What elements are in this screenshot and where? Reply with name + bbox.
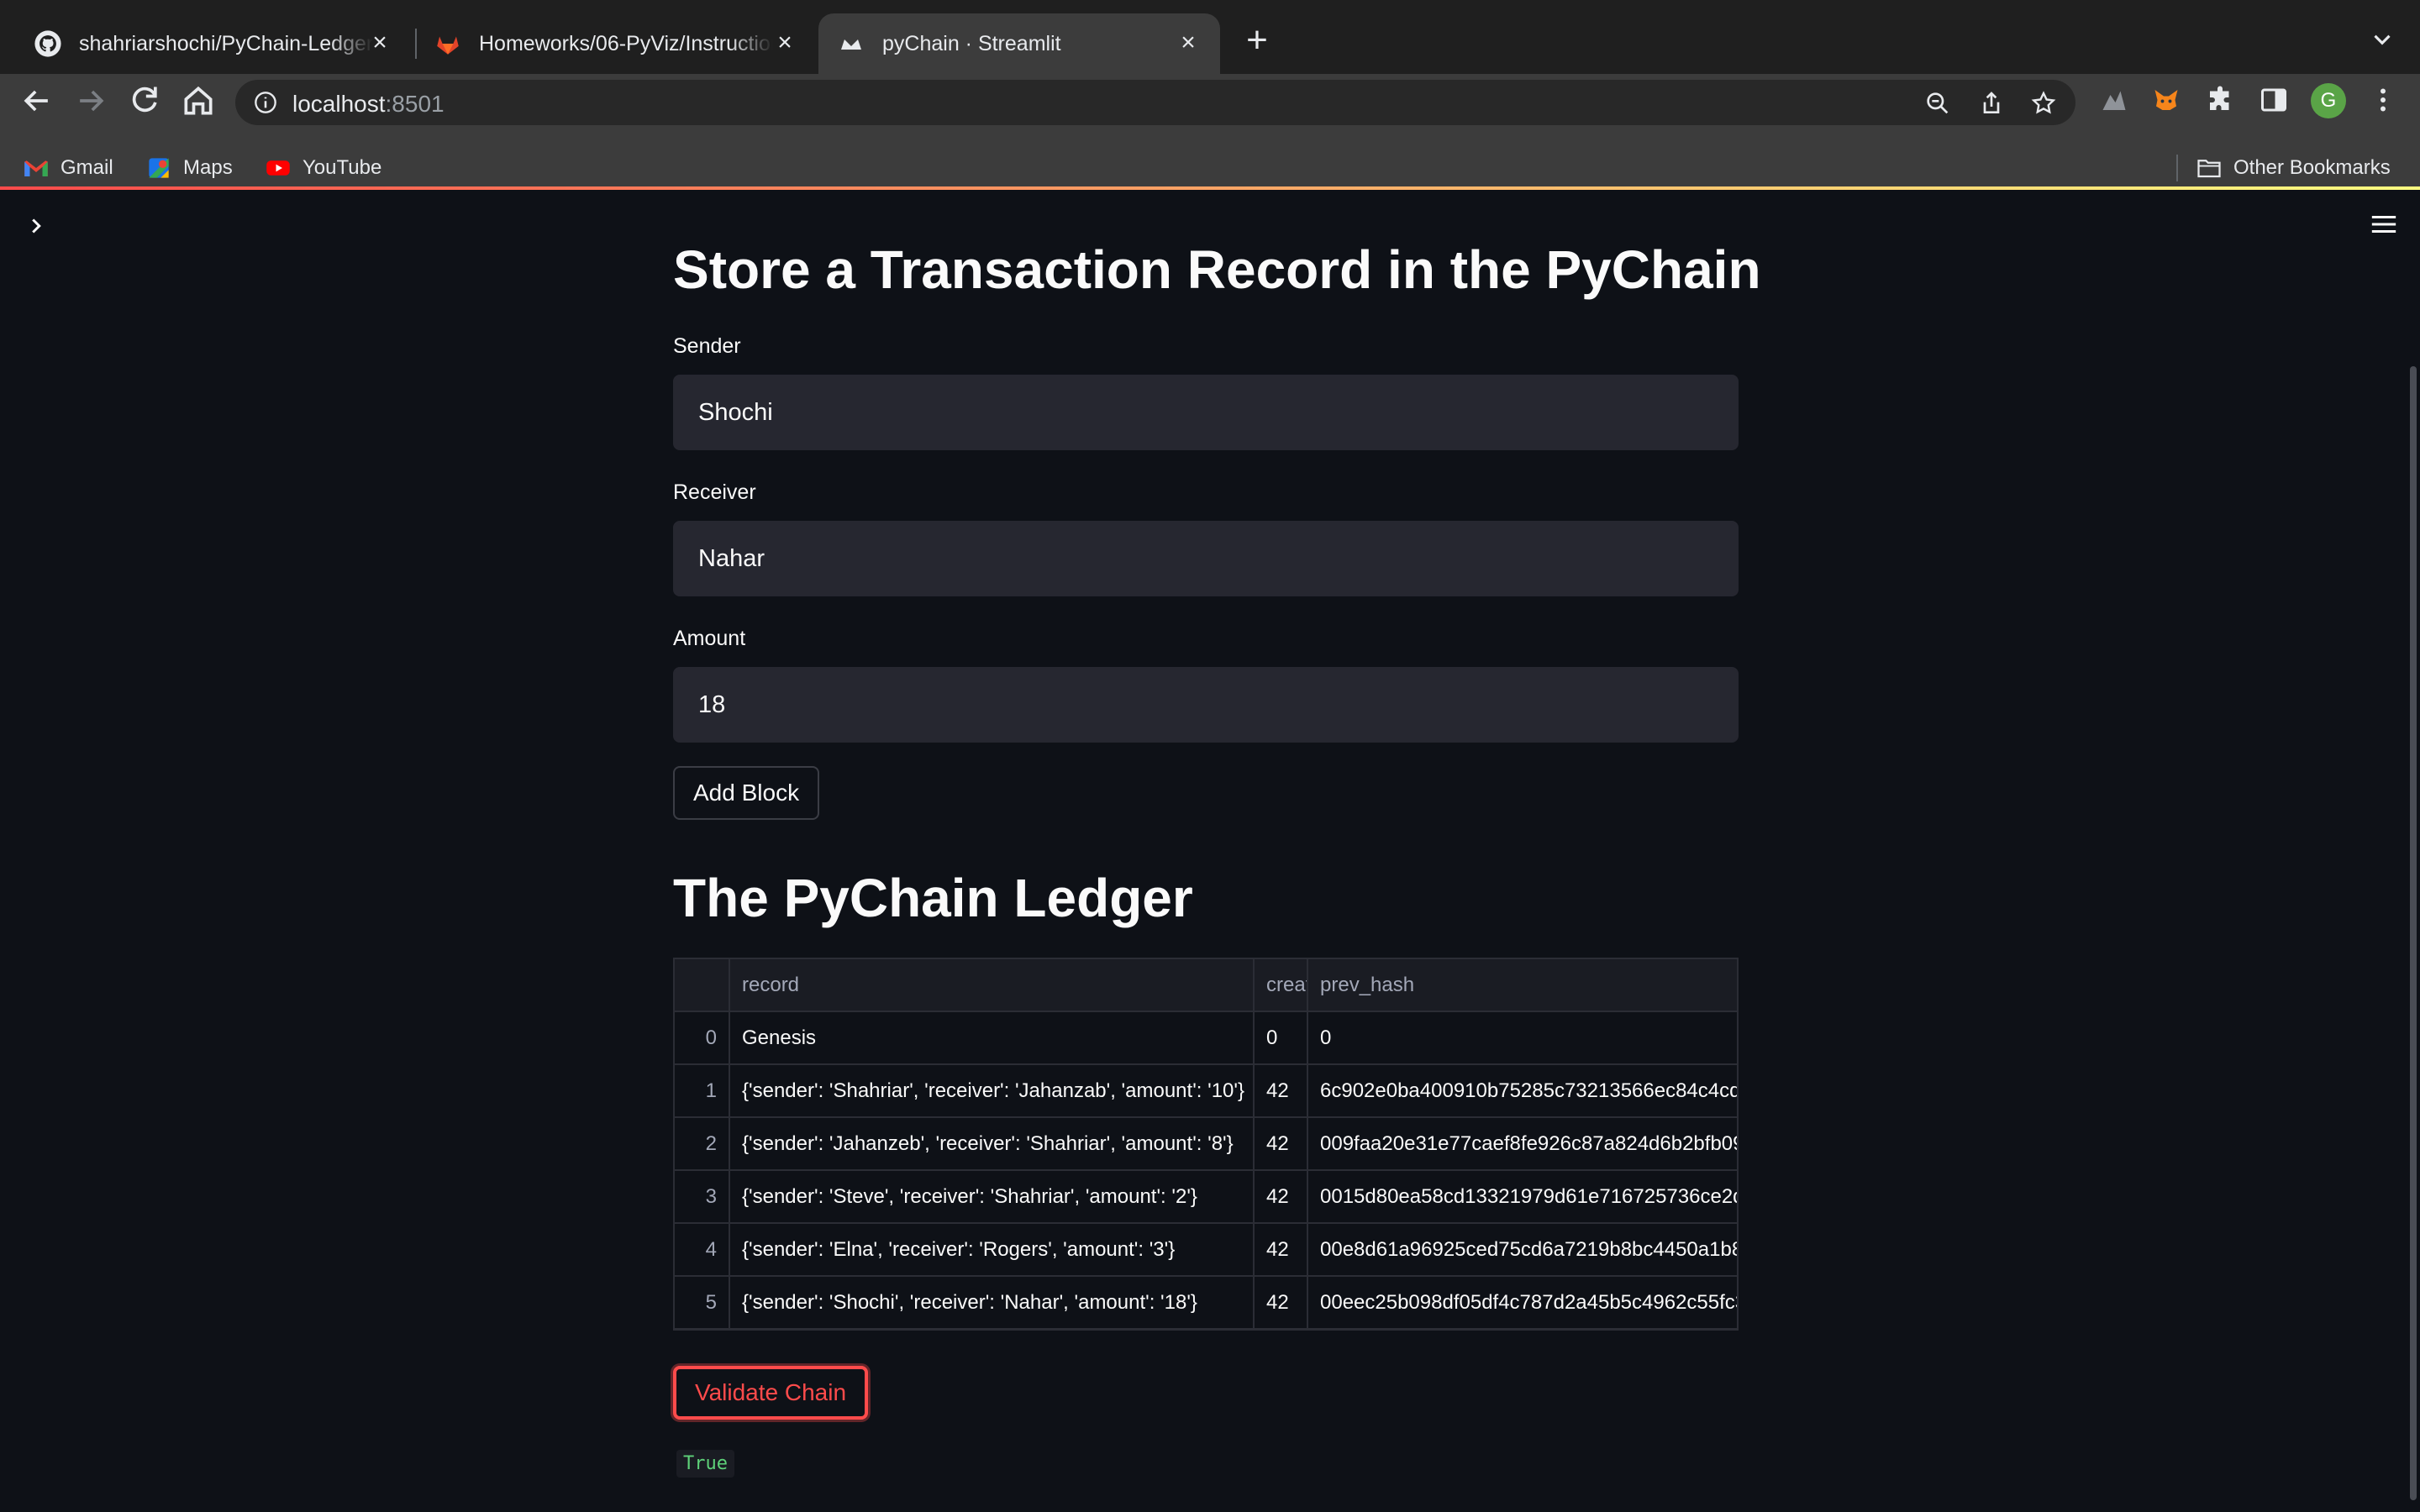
chevron-right-icon[interactable] [24,213,49,239]
tab-gitlab[interactable]: Homeworks/06-PyViz/Instructions × [417,13,817,74]
tab-streamlit[interactable]: pyChain · Streamlit × [818,13,1220,74]
record-cell: Genesis [730,1012,1255,1063]
validation-result: True [676,1450,734,1478]
prev-hash-cell: 6c902e0ba400910b75285c73213566ec84c4cd82 [1320,1079,1739,1102]
form-title: Store a Transaction Record in the PyChai… [673,239,1761,300]
bookmark-star-icon[interactable] [2030,90,2057,117]
creator-cell: 42 [1255,1277,1308,1328]
table-row[interactable]: 2 {'sender': 'Jahanzeb', 'receiver': 'Sh… [675,1118,1739,1171]
table-row[interactable]: 4 {'sender': 'Elna', 'receiver': 'Rogers… [675,1224,1739,1277]
site-info-icon[interactable] [254,91,277,114]
home-icon[interactable] [180,82,217,119]
record-cell: {'sender': 'Elna', 'receiver': 'Rogers',… [730,1224,1255,1275]
gmail-icon [24,160,48,176]
prev-hash-cell: 00e8d61a96925ced75cd6a7219b8bc4450a1b8f6 [1320,1238,1739,1261]
hamburger-menu-icon[interactable] [2370,212,2398,237]
reload-icon[interactable] [126,82,163,119]
close-tab-icon[interactable]: × [770,29,800,59]
row-index: 4 [675,1224,730,1275]
creator-cell: 42 [1255,1118,1308,1169]
prev-hash-cell: 0 [1320,1026,1332,1049]
bookmark-gmail[interactable]: Gmail [24,148,113,188]
back-icon[interactable] [18,82,55,119]
ledger-table[interactable]: record creat prev_hash 0 Genesis 0 0 1 {… [673,958,1739,1331]
row-index: 1 [675,1065,730,1116]
bookmark-label: YouTube [302,156,382,179]
table-row[interactable]: 0 Genesis 0 0 [675,1012,1737,1065]
record-cell: {'sender': 'Jahanzeb', 'receiver': 'Shah… [730,1118,1255,1169]
folder-icon [2197,160,2221,178]
bookmarks-divider [2176,155,2178,181]
record-cell: {'sender': 'Shochi', 'receiver': 'Nahar'… [730,1277,1255,1328]
row-index: 2 [675,1118,730,1169]
index-header [675,959,730,1011]
prev-hash-cell: 00eec25b098df05df4c787d2a45b5c4962c55fc3… [1320,1291,1739,1314]
row-index: 0 [675,1012,730,1063]
url-host: localhost [292,91,386,117]
metamask-icon[interactable] [2151,85,2181,115]
record-cell: {'sender': 'Shahriar', 'receiver': 'Jaha… [730,1065,1255,1116]
table-row[interactable]: 1 {'sender': 'Shahriar', 'receiver': 'Ja… [675,1065,1739,1118]
new-tab-button[interactable]: + [1239,22,1276,60]
github-icon [34,29,62,58]
analytics-extension-icon[interactable] [2099,85,2129,115]
share-icon[interactable] [1978,90,2005,117]
ledger-title: The PyChain Ledger [673,868,1193,928]
address-bar[interactable]: localhost:8501 [235,80,2075,125]
table-row[interactable]: 3 {'sender': 'Steve', 'receiver': 'Shahr… [675,1171,1739,1224]
creator-cell: 42 [1255,1065,1308,1116]
record-column-header[interactable]: record [730,959,1255,1011]
row-index: 3 [675,1171,730,1222]
prev-hash-column-header[interactable]: prev_hash [1308,959,1737,1011]
other-bookmarks-folder[interactable]: Other Bookmarks [2196,148,2391,188]
page-scrollbar[interactable] [2410,366,2417,1500]
browser-tab-bar: shahriarshochi/PyChain-Ledger × Homework… [0,0,2420,74]
close-tab-icon[interactable]: × [1173,29,1203,59]
prev-hash-cell: 0015d80ea58cd13321979d61e716725736ce2d5b [1320,1185,1739,1208]
creator-cell: 42 [1255,1171,1308,1222]
receiver-input[interactable]: Nahar [673,521,1739,596]
add-block-button[interactable]: Add Block [673,766,820,820]
creator-cell: 0 [1255,1012,1308,1063]
table-row[interactable]: 5 {'sender': 'Shochi', 'receiver': 'Naha… [675,1277,1739,1329]
extensions-puzzle-icon[interactable] [2205,85,2235,115]
forward-icon[interactable] [72,82,109,119]
receiver-label: Receiver [673,480,756,504]
amount-label: Amount [673,627,746,650]
zoom-icon[interactable] [1924,90,1951,117]
youtube-icon [266,160,290,176]
tab-github[interactable]: shahriarshochi/PyChain-Ledger × [0,13,412,74]
table-header-row: record creat prev_hash [675,959,1737,1012]
sender-input[interactable]: Shochi [673,375,1739,450]
amount-input[interactable]: 18 [673,667,1739,743]
close-tab-icon[interactable]: × [365,29,395,59]
maps-icon [149,158,169,178]
row-index: 5 [675,1277,730,1328]
bookmark-label: Gmail [60,156,113,179]
url-text: localhost:8501 [292,91,445,118]
tab-search-icon[interactable] [2368,25,2396,54]
validate-chain-button[interactable]: Validate Chain [673,1366,869,1420]
creator-column-header[interactable]: creat [1255,959,1308,1011]
streamlit-app: Store a Transaction Record in the PyChai… [0,190,2420,1512]
tab-title: Homeworks/06-PyViz/Instructions [479,31,773,55]
creator-cell: 42 [1255,1224,1308,1275]
bookmark-label: Maps [183,156,233,179]
prev-hash-cell: 009faa20e31e77caef8fe926c87a824d6b2bfb09… [1320,1132,1739,1155]
bookmark-maps[interactable]: Maps [146,148,233,188]
browser-menu-icon[interactable] [2368,85,2398,115]
record-cell: {'sender': 'Steve', 'receiver': 'Shahria… [730,1171,1255,1222]
profile-avatar[interactable]: G [2311,83,2346,118]
side-panel-icon[interactable] [2259,85,2289,115]
tab-title: shahriarshochi/PyChain-Ledger [79,31,373,55]
tab-title: pyChain · Streamlit [882,31,1061,55]
bookmarks-bar: Gmail Maps YouTube Other Bookmarks [0,148,2420,188]
url-port: :8501 [385,91,445,117]
other-bookmarks-label: Other Bookmarks [2233,156,2391,179]
sender-label: Sender [673,334,741,358]
bookmark-youtube[interactable]: YouTube [266,148,381,188]
gitlab-icon [434,29,462,58]
streamlit-icon [837,29,865,58]
